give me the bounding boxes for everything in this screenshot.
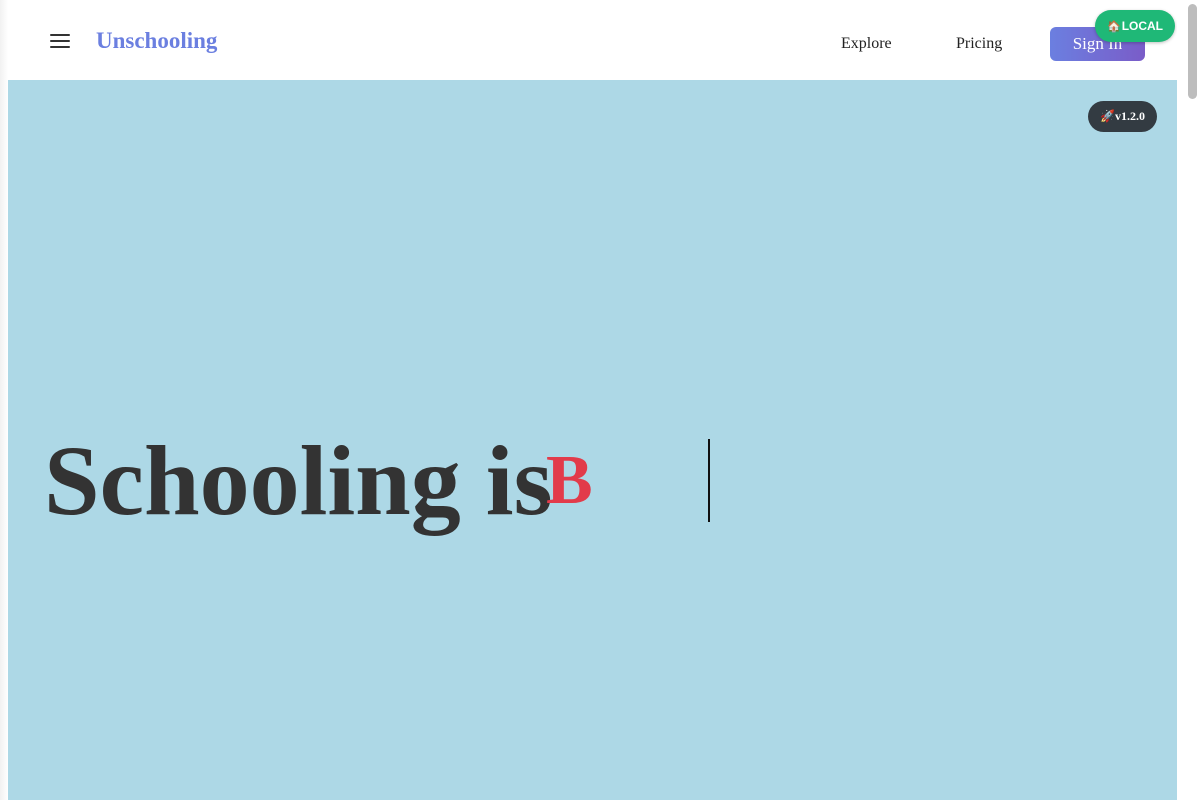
scrollbar-track[interactable] <box>1177 0 1200 800</box>
typing-cursor <box>708 439 710 522</box>
scrollbar-thumb[interactable] <box>1188 4 1197 99</box>
house-icon: 🏠 <box>1106 21 1121 33</box>
rocket-icon: 🚀 <box>1100 109 1115 123</box>
nav-explore-link[interactable]: Explore <box>841 35 892 53</box>
hero-section: 🚀v1.2.0 Schooling is B <box>8 80 1177 800</box>
version-badge: 🚀v1.2.0 <box>1088 101 1157 132</box>
hero-headline: Schooling is <box>44 425 553 536</box>
version-label: v1.2.0 <box>1114 109 1145 123</box>
site-logo[interactable]: Unschooling <box>96 28 217 54</box>
environment-badge: 🏠LOCAL <box>1095 10 1175 42</box>
hamburger-menu-icon[interactable] <box>50 32 70 48</box>
page-left-edge <box>0 0 8 800</box>
typed-word: B <box>546 442 593 519</box>
environment-label: LOCAL <box>1121 19 1164 33</box>
nav-pricing-link[interactable]: Pricing <box>956 35 1002 53</box>
top-navbar: Unschooling Explore Pricing Sign In <box>8 0 1177 80</box>
